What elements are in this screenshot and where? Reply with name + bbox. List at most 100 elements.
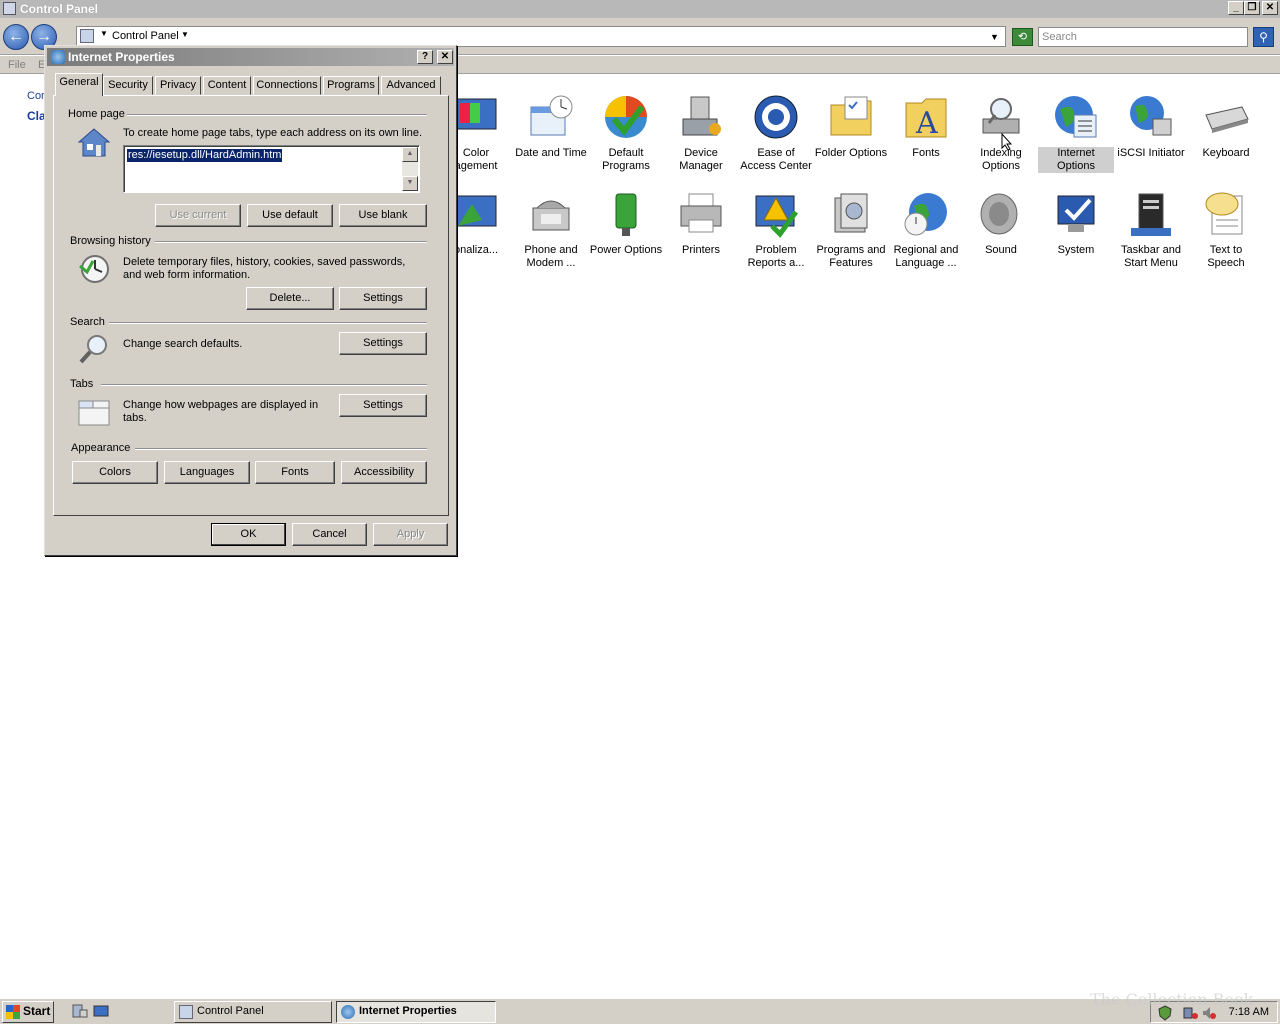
control-panel-item-label: Keyboard xyxy=(1202,147,1250,159)
internet-options-icon xyxy=(1055,96,1097,138)
cancel-button[interactable]: Cancel xyxy=(292,523,367,546)
history-settings-button[interactable]: Settings xyxy=(339,287,427,310)
control-panel-item[interactable]: Internet Options xyxy=(1038,93,1114,173)
taskbar: Start Control Panel Internet Properties … xyxy=(0,998,1280,1024)
search-button[interactable]: ⚲ xyxy=(1253,27,1274,47)
chevron-down-icon[interactable]: ▼ xyxy=(100,29,108,38)
control-panel-item[interactable]: Device Manager xyxy=(663,93,739,173)
help-button[interactable]: ? xyxy=(417,50,433,64)
fonts-icon: A xyxy=(905,98,947,141)
control-panel-item[interactable]: Regional and Language ... xyxy=(888,190,964,270)
refresh-button[interactable]: ⟲ xyxy=(1012,28,1033,46)
control-panel-item[interactable]: Date and Time xyxy=(513,93,589,160)
control-panel-item[interactable]: Default Programs xyxy=(588,93,664,173)
control-panel-item-label: Internet Options xyxy=(1038,147,1114,173)
problem-reports-icon xyxy=(755,195,799,238)
control-panel-item[interactable]: Power Options xyxy=(588,190,664,257)
show-desktop-icon[interactable] xyxy=(93,1004,109,1018)
server-manager-icon[interactable] xyxy=(72,1004,88,1018)
folder-options-icon xyxy=(830,96,872,136)
control-panel-item[interactable]: A Fonts xyxy=(888,93,964,160)
classic-view-link[interactable]: Cla xyxy=(27,109,46,123)
tab-programs[interactable]: Programs xyxy=(323,76,379,95)
accessibility-button[interactable]: Accessibility xyxy=(341,461,427,484)
scroll-up-icon[interactable]: ▲ xyxy=(402,147,418,162)
control-panel-item[interactable]: Taskbar and Start Menu xyxy=(1113,190,1189,270)
use-default-button[interactable]: Use default xyxy=(247,204,333,227)
control-panel-item[interactable]: Sound xyxy=(963,190,1039,257)
control-panel-item[interactable]: Text to Speech xyxy=(1188,190,1264,270)
menu-file[interactable]: File xyxy=(8,59,26,71)
textarea-scrollbar[interactable]: ▲ ▼ xyxy=(402,147,418,191)
control-panel-item[interactable]: Printers xyxy=(663,190,739,257)
close-button[interactable]: ✕ xyxy=(1262,1,1278,15)
tabs-description: Change how webpages are displayed in tab… xyxy=(123,399,319,424)
back-button[interactable]: ← xyxy=(3,24,29,50)
search-description: Change search defaults. xyxy=(123,338,243,350)
use-current-button[interactable]: Use current xyxy=(155,204,241,227)
languages-button[interactable]: Languages xyxy=(164,461,250,484)
control-panel-small-icon xyxy=(80,29,94,43)
control-panel-item-label: Device Manager xyxy=(679,147,723,172)
group-divider xyxy=(135,448,427,450)
control-panel-item[interactable]: Programs and Features xyxy=(813,190,889,270)
search-group-label: Search xyxy=(70,316,105,328)
delete-history-button[interactable]: Delete... xyxy=(246,287,334,310)
dialog-titlebar[interactable]: Internet Properties ? ✕ xyxy=(47,48,454,66)
restore-button[interactable]: ❐ xyxy=(1244,1,1260,15)
tab-security[interactable]: Security xyxy=(103,76,153,95)
home-page-url[interactable]: res://iesetup.dll/HardAdmin.htm xyxy=(127,149,283,162)
taskbar-button-label: Internet Properties xyxy=(359,1005,457,1017)
address-bar[interactable]: ▼ Control Panel ▼ xyxy=(76,26,1006,47)
start-label: Start xyxy=(23,1004,51,1018)
control-panel-item-label: Folder Options xyxy=(814,147,888,159)
fonts-button[interactable]: Fonts xyxy=(255,461,335,484)
dialog-close-button[interactable]: ✕ xyxy=(437,50,453,64)
internet-options-small-icon xyxy=(341,1005,355,1019)
breadcrumb-chevron-icon[interactable]: ▼ xyxy=(181,30,189,39)
minimize-button[interactable]: _ xyxy=(1228,1,1244,15)
tabs-settings-button[interactable]: Settings xyxy=(339,394,427,417)
regional-language-icon xyxy=(904,193,947,236)
ok-button[interactable]: OK xyxy=(211,523,286,546)
control-panel-item[interactable]: Phone and Modem ... xyxy=(513,190,589,270)
control-panel-item-label: Phone and Modem ... xyxy=(524,244,578,269)
taskbar-control-panel-button[interactable]: Control Panel xyxy=(174,1001,332,1023)
search-settings-button[interactable]: Settings xyxy=(339,332,427,355)
tab-privacy[interactable]: Privacy xyxy=(155,76,201,95)
tab-connections[interactable]: Connections xyxy=(253,76,321,95)
home-page-group-label: Home page xyxy=(68,108,125,120)
group-divider xyxy=(109,322,427,324)
history-clock-icon xyxy=(79,255,109,283)
control-panel-item-label: Programs and Features xyxy=(816,244,886,269)
search-input[interactable]: Search xyxy=(1038,27,1248,47)
tab-content[interactable]: Content xyxy=(203,76,251,95)
tab-general[interactable]: General xyxy=(55,73,103,96)
taskbar-button-label: Control Panel xyxy=(197,1005,264,1017)
control-panel-item[interactable]: Keyboard xyxy=(1188,93,1264,160)
control-panel-item[interactable]: iSCSI Initiator xyxy=(1113,93,1189,160)
printers-icon xyxy=(680,193,722,233)
colors-button[interactable]: Colors xyxy=(72,461,158,484)
control-panel-titlebar[interactable]: Control Panel _ ❐ ✕ xyxy=(0,0,1280,18)
date-time-icon xyxy=(530,95,573,136)
scroll-down-icon[interactable]: ▼ xyxy=(402,176,418,191)
refresh-icon: ⟲ xyxy=(1017,31,1028,43)
breadcrumb[interactable]: Control Panel xyxy=(112,30,179,42)
group-divider xyxy=(101,384,427,386)
start-button[interactable]: Start xyxy=(2,1001,54,1023)
control-panel-item[interactable]: System xyxy=(1038,190,1114,257)
apply-button[interactable]: Apply xyxy=(373,523,448,546)
use-blank-button[interactable]: Use blank xyxy=(339,204,427,227)
control-panel-item[interactable]: Problem Reports a... xyxy=(738,190,814,270)
control-panel-home-link[interactable]: Cor xyxy=(27,90,45,102)
control-panel-item[interactable]: Ease of Access Center xyxy=(738,93,814,173)
home-icon xyxy=(77,128,111,157)
address-dropdown-icon[interactable]: ▼ xyxy=(990,32,999,42)
window-title: Control Panel xyxy=(20,2,99,16)
appearance-group-label: Appearance xyxy=(71,442,131,454)
home-page-textarea[interactable]: res://iesetup.dll/HardAdmin.htm ▲ ▼ xyxy=(123,145,420,193)
control-panel-item[interactable]: Folder Options xyxy=(813,93,889,160)
taskbar-internet-properties-button[interactable]: Internet Properties xyxy=(336,1001,496,1023)
tab-advanced[interactable]: Advanced xyxy=(381,76,441,95)
